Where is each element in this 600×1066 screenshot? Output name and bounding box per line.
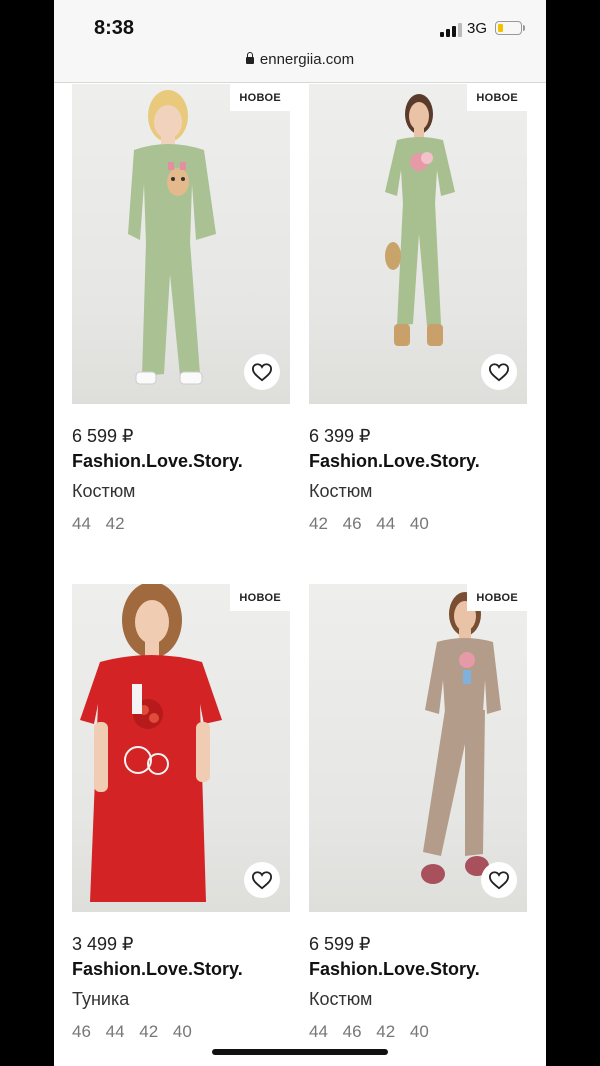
signal-icon — [440, 23, 462, 37]
new-badge: НОВОЕ — [230, 84, 290, 111]
product-brand[interactable]: Fashion.Love.Story. — [309, 451, 480, 472]
new-badge: НОВОЕ — [467, 584, 527, 611]
lock-icon — [245, 52, 254, 64]
new-badge: НОВОЕ — [230, 584, 290, 611]
clock: 8:38 — [94, 17, 135, 39]
new-badge: НОВОЕ — [467, 84, 527, 111]
product-sizes: 44 46 42 40 — [309, 1022, 429, 1041]
product-card[interactable]: НОВОЕ 6 399 ₽ Fashion.Love.Story. Костюм… — [309, 84, 527, 554]
phone-screen: 8:38 3G ennergiia.com НОВОЕ 6 599 ₽ Fash… — [54, 0, 546, 1066]
product-price: 6 599 ₽ — [309, 934, 371, 954]
product-brand[interactable]: Fashion.Love.Story. — [72, 451, 243, 472]
product-photo[interactable]: НОВОЕ — [309, 84, 527, 404]
product-type: Туника — [72, 989, 130, 1009]
product-card[interactable]: НОВОЕ 6 599 ₽ Fashion.Love.Story. Костюм… — [309, 584, 527, 1054]
battery-tip — [523, 25, 525, 31]
product-brand[interactable]: Fashion.Love.Story. — [309, 959, 480, 980]
address-bar[interactable]: ennergiia.com — [54, 51, 546, 68]
product-type: Костюм — [309, 989, 373, 1009]
favorite-button[interactable] — [481, 862, 517, 898]
favorite-button[interactable] — [244, 862, 280, 898]
product-photo[interactable]: НОВОЕ — [309, 584, 527, 912]
product-sizes: 42 46 44 40 — [309, 514, 429, 533]
product-card[interactable]: НОВОЕ 6 599 ₽ Fashion.Love.Story. Костюм… — [72, 84, 290, 554]
heart-icon — [251, 363, 273, 382]
url-text: ennergiia.com — [259, 51, 355, 68]
product-type: Костюм — [309, 481, 373, 501]
battery-icon — [495, 21, 522, 35]
heart-icon — [488, 871, 510, 890]
product-photo[interactable]: НОВОЕ — [72, 584, 290, 912]
heart-icon — [488, 363, 510, 382]
product-brand[interactable]: Fashion.Love.Story. — [72, 959, 243, 980]
product-sizes: 46 44 42 40 — [72, 1022, 192, 1041]
favorite-button[interactable] — [244, 354, 280, 390]
favorite-button[interactable] — [481, 354, 517, 390]
heart-icon — [251, 871, 273, 890]
product-price: 6 399 ₽ — [309, 426, 371, 446]
home-indicator[interactable] — [212, 1049, 388, 1055]
product-sizes: 44 42 — [72, 514, 125, 533]
network-type: 3G — [467, 20, 488, 37]
product-card[interactable]: НОВОЕ 3 499 ₽ Fashion.Love.Story. Туника… — [72, 584, 290, 1054]
product-type: Костюм — [72, 481, 136, 501]
product-photo[interactable]: НОВОЕ — [72, 84, 290, 404]
product-price: 3 499 ₽ — [72, 934, 134, 954]
product-price: 6 599 ₽ — [72, 426, 134, 446]
status-bar: 8:38 3G ennergiia.com — [54, 0, 546, 83]
